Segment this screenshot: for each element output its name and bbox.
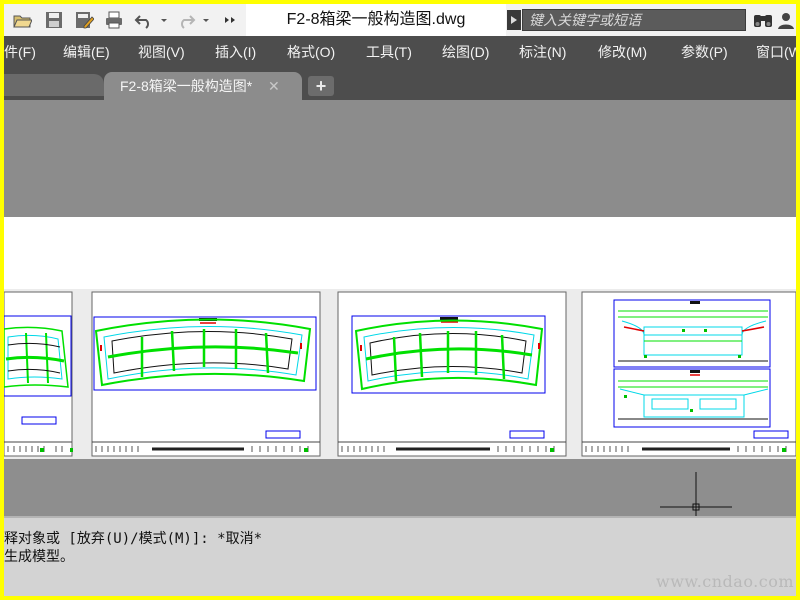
close-icon[interactable]: ✕ (268, 72, 280, 100)
menu-window[interactable]: 窗口(W (756, 36, 796, 68)
open-icon[interactable] (12, 10, 32, 30)
file-tab-bar: F2-8箱梁一般构造图* ✕ + (4, 68, 796, 100)
undo-icon[interactable] (134, 10, 154, 30)
undo-dropdown-icon[interactable] (158, 10, 170, 30)
menu-file[interactable]: 件(F) (4, 36, 36, 68)
menu-format[interactable]: 格式(O) (287, 36, 335, 68)
command-history-line-1: 释对象或 [放弃(U)/模式(M)]: *取消* (4, 531, 263, 547)
saveas-icon[interactable] (74, 10, 94, 30)
binoculars-icon[interactable] (752, 10, 774, 30)
menu-bar: 件(F) 编辑(E) 视图(V) 插入(I) 格式(O) 工具(T) 绘图(D)… (4, 36, 796, 68)
crosshair-cursor-icon (660, 472, 732, 516)
document-title: F2-8箱梁一般构造图.dwg (246, 4, 506, 36)
file-tab-label: F2-8箱梁一般构造图* (120, 78, 253, 94)
drawing-area-white-band[interactable] (4, 217, 796, 289)
infocenter-expand-button[interactable] (507, 10, 521, 30)
watermark: www.cndao.com (656, 572, 795, 591)
command-history-line-2: 生成模型。 (4, 549, 74, 565)
save-icon[interactable] (44, 10, 64, 30)
file-tab-previous[interactable] (4, 74, 104, 96)
layout-sheets-strip[interactable] (4, 289, 796, 459)
drawing-area-upper[interactable] (4, 100, 796, 217)
menu-modify[interactable]: 修改(M) (598, 36, 647, 68)
title-bar: F2-8箱梁一般构造图.dwg 键入关键字或短语 (4, 4, 796, 36)
menu-parametric[interactable]: 参数(P) (681, 36, 728, 68)
menu-dimension[interactable]: 标注(N) (519, 36, 566, 68)
menu-view[interactable]: 视图(V) (138, 36, 185, 68)
file-tab-active[interactable]: F2-8箱梁一般构造图* ✕ (104, 72, 302, 100)
search-input[interactable]: 键入关键字或短语 (522, 9, 746, 31)
redo-icon[interactable] (176, 10, 196, 30)
menu-edit[interactable]: 编辑(E) (63, 36, 110, 68)
more-icon[interactable] (222, 10, 238, 30)
autocad-window: F2-8箱梁一般构造图.dwg 键入关键字或短语 件(F) 编辑(E) 视图(V… (4, 4, 796, 596)
drawing-canvas (4, 289, 796, 459)
menu-insert[interactable]: 插入(I) (215, 36, 256, 68)
menu-draw[interactable]: 绘图(D) (442, 36, 489, 68)
redo-dropdown-icon[interactable] (200, 10, 212, 30)
print-icon[interactable] (104, 10, 124, 30)
user-icon[interactable] (776, 10, 796, 30)
new-tab-button[interactable]: + (308, 76, 334, 96)
menu-tools[interactable]: 工具(T) (366, 36, 412, 68)
